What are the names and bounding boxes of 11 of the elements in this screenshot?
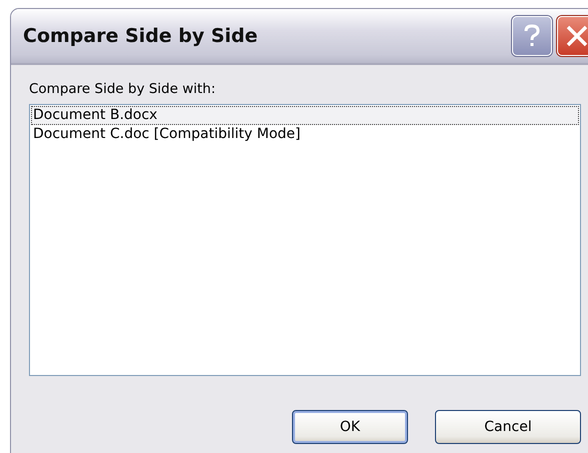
window-title: Compare Side by Side [23, 25, 258, 47]
cancel-button[interactable]: Cancel [435, 410, 581, 444]
prompt-label: Compare Side by Side with: [29, 81, 217, 97]
help-icon [523, 24, 541, 48]
document-list[interactable]: Document B.docx Document C.doc [Compatibility Mode] [29, 104, 581, 376]
help-button[interactable] [512, 16, 552, 56]
close-button[interactable] [557, 16, 588, 56]
ok-button[interactable]: OK [292, 410, 408, 444]
document-item[interactable]: Document C.doc [Compatibility Mode] [31, 125, 579, 144]
close-icon [565, 24, 588, 48]
document-item[interactable]: Document B.docx [31, 106, 579, 125]
